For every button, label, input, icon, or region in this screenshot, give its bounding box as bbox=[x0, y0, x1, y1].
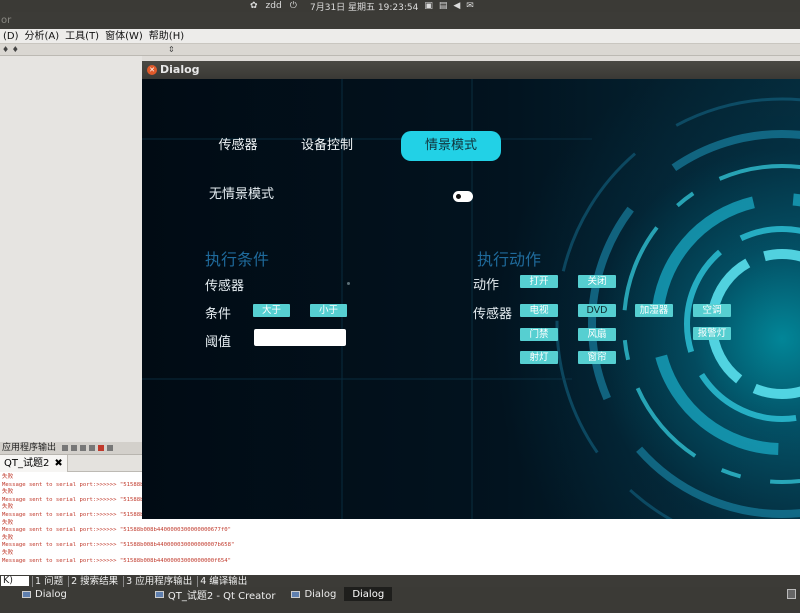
qtcreator-title-strip: or bbox=[0, 12, 800, 29]
log-line: Message sent to serial port:>>>>>> "5158… bbox=[2, 542, 235, 549]
window-icon bbox=[154, 590, 164, 598]
no-scene-label: 无情景模式 bbox=[209, 187, 275, 202]
dialog-window: ✕ Dialog 传感器 设备控制 情景模式 无情景模式 执行条件 传感器 条件… bbox=[142, 61, 800, 519]
output-tab-label: QT_试题2 bbox=[4, 458, 50, 469]
network-icon[interactable]: ▣ bbox=[424, 1, 433, 11]
output-toolbar bbox=[62, 445, 114, 451]
tab-device-control[interactable]: 设备控制 bbox=[292, 131, 362, 161]
close-icon[interactable]: ✕ bbox=[147, 65, 157, 75]
taskbar-item-label: Dialog bbox=[35, 588, 67, 600]
device-curtain-button[interactable]: 窗帘 bbox=[578, 351, 616, 364]
dialog-tabs: 传感器 设备控制 情景模式 bbox=[202, 131, 522, 161]
log-line: 失败 bbox=[2, 549, 14, 556]
output-tabs: QT_试题2 ✖ bbox=[0, 455, 142, 472]
action-sensor-label: 传感器 bbox=[473, 307, 513, 322]
menu-item-analyze[interactable]: 分析(A) bbox=[22, 29, 63, 43]
power-icon[interactable]: ⏻ bbox=[290, 1, 297, 11]
taskbar-item-label: Dialog bbox=[352, 588, 385, 600]
volume-icon[interactable]: ◀ bbox=[453, 1, 460, 11]
action-label: 动作 bbox=[473, 278, 500, 293]
window-icon bbox=[291, 590, 301, 598]
prev-icon[interactable] bbox=[71, 445, 78, 451]
log-line: Message sent to serial port:>>>>>> "5158… bbox=[2, 557, 232, 564]
keyboard-icon[interactable]: ▤ bbox=[439, 1, 448, 11]
taskbar-item[interactable]: Dialog bbox=[0, 587, 75, 601]
taskbar-item-label: Dialog bbox=[304, 588, 337, 600]
device-ac-button[interactable]: 空调 bbox=[693, 304, 731, 317]
run-icon[interactable] bbox=[89, 445, 96, 451]
taskbar-item[interactable]: QT_试题2 - Qt Creator bbox=[147, 587, 284, 602]
close-button[interactable]: 关闭 bbox=[578, 275, 616, 288]
threshold-input[interactable] bbox=[254, 329, 346, 346]
threshold-label: 阈值 bbox=[205, 335, 232, 350]
panel-center: ✿ zdd ⏻ bbox=[250, 0, 297, 12]
condition-label: 条件 bbox=[205, 307, 232, 322]
clear-icon[interactable] bbox=[107, 445, 114, 451]
taskbar: Dialog QT_试题2 - Qt Creator Dialog Dialog bbox=[0, 587, 800, 613]
log-line: Message sent to serial port:>>>>>> "5158… bbox=[2, 527, 232, 534]
split-icon[interactable]: ⇕ bbox=[168, 44, 175, 55]
device-fan-button[interactable]: 风扇 bbox=[578, 328, 616, 341]
menu-item-debug[interactable]: (D) bbox=[0, 29, 22, 43]
device-spotlight-button[interactable]: 射灯 bbox=[520, 351, 558, 364]
log-line: 失败 bbox=[2, 519, 14, 526]
taskbar-item[interactable]: Dialog bbox=[283, 587, 344, 601]
search-results-button[interactable]: 2 搜索结果 bbox=[68, 575, 120, 587]
clock[interactable]: 7月31日 星期五 19:23:54 bbox=[310, 0, 418, 13]
user-name[interactable]: zdd bbox=[266, 1, 282, 11]
log-line: 失败 bbox=[2, 534, 14, 541]
sensor-select[interactable] bbox=[347, 282, 350, 285]
system-top-panel: ✿ zdd ⏻ 7月31日 星期五 19:23:54 ▣ ▤ ◀ ✉ bbox=[0, 0, 800, 13]
scene-toggle[interactable] bbox=[453, 191, 473, 202]
close-icon[interactable]: ✖ bbox=[54, 455, 62, 472]
taskbar-item-active[interactable]: Dialog bbox=[344, 587, 393, 601]
issues-button[interactable]: 1 问题 bbox=[32, 575, 65, 587]
window-title-fragment: or bbox=[1, 15, 12, 26]
dialog-titlebar[interactable]: ✕ Dialog bbox=[142, 61, 800, 79]
tab-sensor[interactable]: 传感器 bbox=[212, 131, 264, 161]
output-tab[interactable]: QT_试题2 ✖ bbox=[0, 455, 68, 472]
toolbar-icon[interactable] bbox=[62, 445, 69, 451]
device-tv-button[interactable]: 电视 bbox=[520, 304, 558, 317]
dialog-title: Dialog bbox=[160, 63, 200, 76]
menubar: (D) 分析(A) 工具(T) 窗体(W) 帮助(H) bbox=[0, 29, 800, 44]
output-buttons-strip: K) 1 问题 2 搜索结果 3 应用程序输出 4 编译输出 bbox=[0, 575, 800, 587]
trash-icon[interactable] bbox=[787, 589, 796, 599]
device-humidifier-button[interactable]: 加湿器 bbox=[635, 304, 673, 317]
output-pane-title: 应用程序输出 bbox=[2, 443, 57, 453]
open-button[interactable]: 打开 bbox=[520, 275, 558, 288]
stop-icon[interactable] bbox=[98, 445, 105, 451]
compile-output-button[interactable]: 4 编译输出 bbox=[197, 575, 249, 587]
taskbar-item-label: QT_试题2 - Qt Creator bbox=[167, 590, 276, 602]
device-dvd-button[interactable]: DVD bbox=[578, 304, 616, 317]
locator-field[interactable]: K) bbox=[1, 576, 29, 586]
nav-arrows-icon[interactable]: ♦ ♦ bbox=[2, 44, 19, 55]
panel-tray: 7月31日 星期五 19:23:54 ▣ ▤ ◀ ✉ bbox=[310, 0, 474, 13]
greater-than-button[interactable]: 大于 bbox=[253, 304, 290, 317]
condition-sensor-label: 传感器 bbox=[205, 279, 245, 294]
next-icon[interactable] bbox=[80, 445, 87, 451]
menu-item-window[interactable]: 窗体(W) bbox=[102, 29, 146, 43]
window-icon bbox=[22, 590, 31, 598]
app-output-button[interactable]: 3 应用程序输出 bbox=[123, 575, 194, 587]
output-pane-header: 应用程序输出 bbox=[0, 442, 142, 455]
less-than-button[interactable]: 小于 bbox=[310, 304, 347, 317]
menu-item-tools[interactable]: 工具(T) bbox=[62, 29, 102, 43]
toggle-knob bbox=[455, 193, 462, 200]
tab-scene-mode[interactable]: 情景模式 bbox=[401, 131, 501, 161]
actions-heading: 执行动作 bbox=[477, 250, 542, 269]
left-sidebar bbox=[0, 56, 142, 442]
editor-subbar: ♦ ♦ ⇕ bbox=[0, 44, 800, 56]
conditions-heading: 执行条件 bbox=[205, 250, 270, 269]
device-access-button[interactable]: 门禁 bbox=[520, 328, 558, 341]
device-alarm-light-button[interactable]: 报警灯 bbox=[693, 327, 731, 340]
menu-item-help[interactable]: 帮助(H) bbox=[146, 29, 187, 43]
mail-icon[interactable]: ✉ bbox=[466, 1, 474, 11]
user-icon[interactable]: ✿ bbox=[250, 1, 258, 11]
